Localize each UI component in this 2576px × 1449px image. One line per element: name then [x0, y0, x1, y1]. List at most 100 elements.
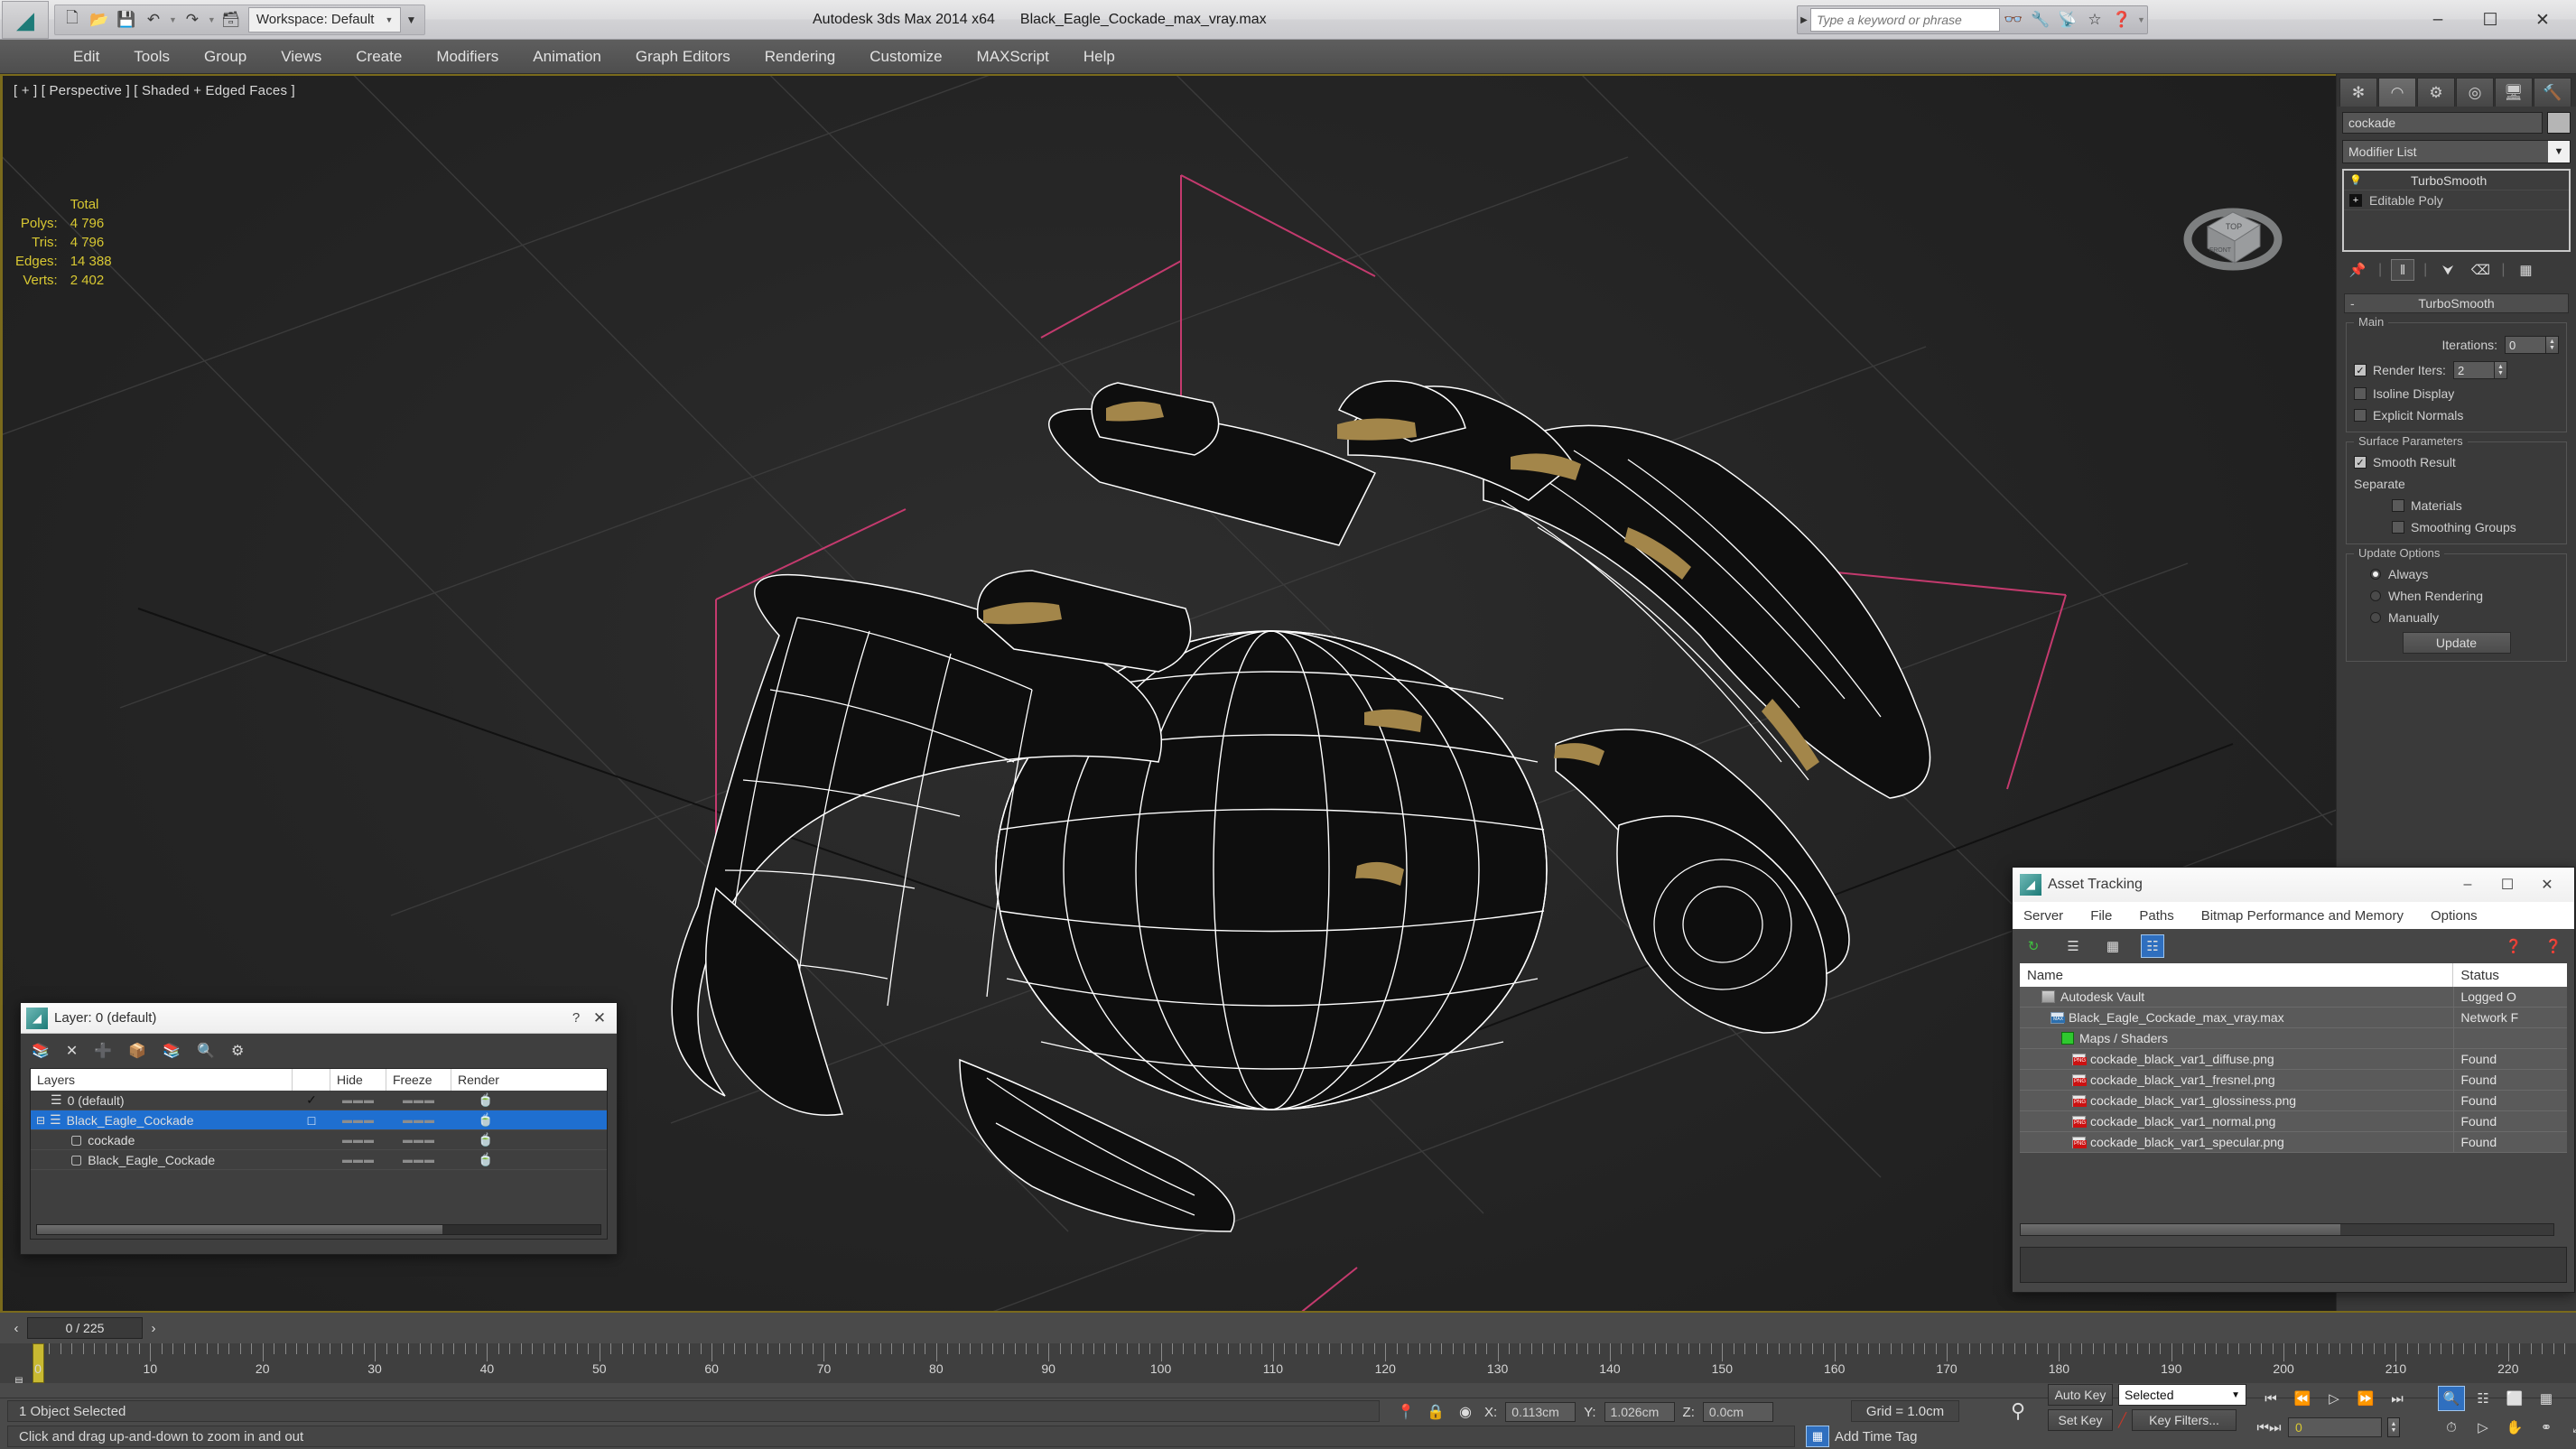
smoothing-groups-row[interactable]: Smoothing Groups — [2354, 520, 2559, 534]
infocenter-expand-icon[interactable]: ▶ — [1798, 15, 1810, 25]
table-row[interactable]: Autodesk Vault Logged O — [2020, 986, 2567, 1008]
table-row[interactable]: ▢ cockade ▬▬▬ ▬▬▬ 🍵 — [31, 1130, 607, 1150]
set-key-button[interactable]: Set Key — [2048, 1409, 2113, 1431]
update-manually-row[interactable]: Manually — [2354, 610, 2559, 625]
table-row[interactable]: ▢ Black_Eagle_Cockade ▬▬▬ ▬▬▬ 🍵 — [31, 1150, 607, 1170]
menu-rendering[interactable]: Rendering — [748, 40, 852, 74]
window-maximize-button[interactable]: ☐ — [2488, 876, 2527, 894]
menu-edit[interactable]: Edit — [56, 40, 116, 74]
undo-icon[interactable]: ↶ — [140, 6, 167, 33]
update-when-rendering-row[interactable]: When Rendering — [2354, 589, 2559, 603]
motion-tab[interactable]: ◎ — [2456, 78, 2494, 107]
go-to-start-icon[interactable]: ⏮ — [2257, 1386, 2284, 1411]
set-project-folder-icon[interactable]: 🗃 — [218, 6, 245, 33]
go-to-end-icon[interactable]: ⏭ — [2384, 1386, 2411, 1411]
explicit-normals-checkbox[interactable] — [2354, 409, 2367, 422]
table-row[interactable]: ☰ 0 (default) ✓ ▬▬▬ ▬▬▬ 🍵 — [31, 1091, 607, 1110]
modifier-list-dropdown[interactable]: Modifier List ▼ — [2342, 140, 2571, 163]
vault-help-icon[interactable]: ❓ — [2502, 934, 2525, 958]
zoom-extents-icon[interactable]: ⬜ — [2501, 1386, 2528, 1411]
field-of-view-icon[interactable]: ▷ — [2469, 1415, 2497, 1440]
layer-hide-toggle[interactable]: ▬▬▬ — [330, 1130, 386, 1150]
delete-layer-icon[interactable]: ✕ — [66, 1042, 78, 1060]
menu-maxscript[interactable]: MAXScript — [960, 40, 1066, 74]
show-end-result-icon[interactable]: ‖ — [2391, 259, 2415, 281]
teapot-icon[interactable]: 🍵 — [451, 1110, 520, 1130]
highlight-selected-objects-layer-icon[interactable]: 🔍 — [197, 1042, 215, 1060]
menu-file[interactable]: File — [2090, 908, 2112, 924]
spinner-arrows-icon[interactable]: ▲ ▼ — [2494, 361, 2507, 379]
redo-icon[interactable]: ↷ — [179, 6, 206, 33]
modifier-stack-item-turbosmooth[interactable]: 💡 TurboSmooth — [2344, 171, 2569, 190]
isolate-selection-icon[interactable]: 📍 — [1395, 1403, 1417, 1421]
frame-spinner-arrows-icon[interactable]: ▲ ▼ — [2387, 1417, 2400, 1437]
zoom-extents-all-icon[interactable]: ▦ — [2533, 1386, 2560, 1411]
table-row[interactable]: ⊟ ☰ Black_Eagle_Cockade □ ▬▬▬ ▬▬▬ 🍵 — [31, 1110, 607, 1130]
asset-help-icon[interactable]: ❓ — [2542, 934, 2565, 958]
menu-graph-editors[interactable]: Graph Editors — [618, 40, 748, 74]
x-coordinate-field[interactable]: 0.113cm — [1505, 1402, 1576, 1422]
table-row[interactable]: cockade_black_var1_glossiness.png Found — [2020, 1090, 2567, 1111]
menu-help[interactable]: Help — [1066, 40, 1132, 74]
iterations-spinner[interactable]: ▲▼ — [2505, 336, 2559, 354]
menu-tools[interactable]: Tools — [116, 40, 187, 74]
menu-customize[interactable]: Customize — [852, 40, 959, 74]
wrench-icon[interactable]: 🔧 — [2027, 6, 2054, 33]
teapot-icon[interactable]: 🍵 — [451, 1091, 520, 1110]
asset-table-hscrollbar[interactable] — [2020, 1223, 2554, 1236]
workspace-more-icon[interactable]: ▼ — [401, 7, 421, 33]
new-layer-icon[interactable]: 📚 — [32, 1042, 50, 1060]
save-file-icon[interactable]: 💾 — [113, 6, 140, 33]
update-always-row[interactable]: Always — [2354, 567, 2559, 581]
explicit-normals-row[interactable]: Explicit Normals — [2354, 408, 2559, 423]
layer-hide-toggle[interactable]: ▬▬▬ — [330, 1150, 386, 1170]
view-cube[interactable]: TOP FRONT — [2179, 180, 2287, 288]
remove-modifier-icon[interactable]: ⌫ — [2469, 259, 2492, 281]
layer-properties-icon[interactable]: ⚙ — [231, 1042, 244, 1060]
key-filter-pencil-icon[interactable]: ╱ — [2118, 1412, 2126, 1428]
frame-readout[interactable]: 0 / 225 — [27, 1317, 143, 1339]
previous-frame-arrow[interactable]: ‹ — [5, 1316, 27, 1340]
render-iters-checkbox[interactable]: ✓ — [2354, 364, 2367, 376]
current-frame-input[interactable]: 0 — [2288, 1417, 2382, 1437]
next-frame-arrow[interactable]: › — [143, 1316, 164, 1340]
menu-bitmap-performance[interactable]: Bitmap Performance and Memory — [2201, 908, 2404, 924]
render-iters-input[interactable] — [2452, 361, 2495, 379]
redo-dropdown-icon[interactable]: ▼ — [206, 15, 218, 24]
new-file-icon[interactable]: 🗋 — [59, 6, 86, 33]
scrollbar-thumb[interactable] — [2021, 1224, 2340, 1235]
make-unique-icon[interactable]: ⮟ — [2436, 259, 2460, 281]
selection-lock-icon[interactable]: 🔒 — [1425, 1403, 1446, 1421]
search-input[interactable] — [1810, 8, 2000, 32]
close-icon[interactable]: ✕ — [588, 1009, 611, 1027]
layer-current-checkbox[interactable]: □ — [293, 1110, 330, 1130]
scrollbar-thumb[interactable] — [37, 1225, 443, 1234]
layer-freeze-toggle[interactable]: ▬▬▬ — [386, 1130, 451, 1150]
rollout-header-turbosmooth[interactable]: - TurboSmooth — [2344, 293, 2569, 313]
time-tag-icon[interactable]: ▦ — [1806, 1426, 1829, 1447]
zoom-icon[interactable]: 🔍 — [2438, 1386, 2465, 1411]
application-menu-button[interactable]: ◢ — [2, 0, 49, 39]
update-button[interactable]: Update — [2402, 632, 2511, 654]
orbit-icon[interactable]: ⚭ — [2533, 1415, 2560, 1440]
render-iters-spinner[interactable]: ▲▼ — [2452, 361, 2507, 379]
window-minimize-button[interactable]: – — [2448, 877, 2488, 893]
menu-views[interactable]: Views — [264, 40, 339, 74]
pin-stack-icon[interactable]: 📌 — [2346, 259, 2369, 281]
hierarchy-tab[interactable]: ⚙ — [2417, 78, 2455, 107]
transform-type-in-icon[interactable]: ◉ — [1455, 1403, 1476, 1421]
play-animation-icon[interactable]: ▷ — [2320, 1386, 2348, 1411]
window-close-button[interactable]: ✕ — [2529, 10, 2556, 31]
expander-icon[interactable]: ⊟ — [36, 1114, 45, 1127]
display-tab[interactable]: 🖥 — [2495, 78, 2533, 107]
smoothing-groups-checkbox[interactable] — [2392, 521, 2404, 534]
menu-animation[interactable]: Animation — [516, 40, 618, 74]
update-when-rendering-radio[interactable] — [2370, 590, 2381, 601]
add-layer-icon[interactable]: ➕ — [94, 1042, 112, 1060]
time-tag-group[interactable]: ▦ Add Time Tag — [1806, 1426, 1917, 1447]
smooth-result-checkbox[interactable]: ✓ — [2354, 456, 2367, 469]
time-configuration-icon[interactable]: ⏱ — [2438, 1415, 2465, 1440]
create-tab[interactable]: ✻ — [2339, 78, 2377, 107]
table-row[interactable]: cockade_black_var1_normal.png Found — [2020, 1110, 2567, 1132]
window-maximize-button[interactable]: ☐ — [2477, 10, 2504, 31]
